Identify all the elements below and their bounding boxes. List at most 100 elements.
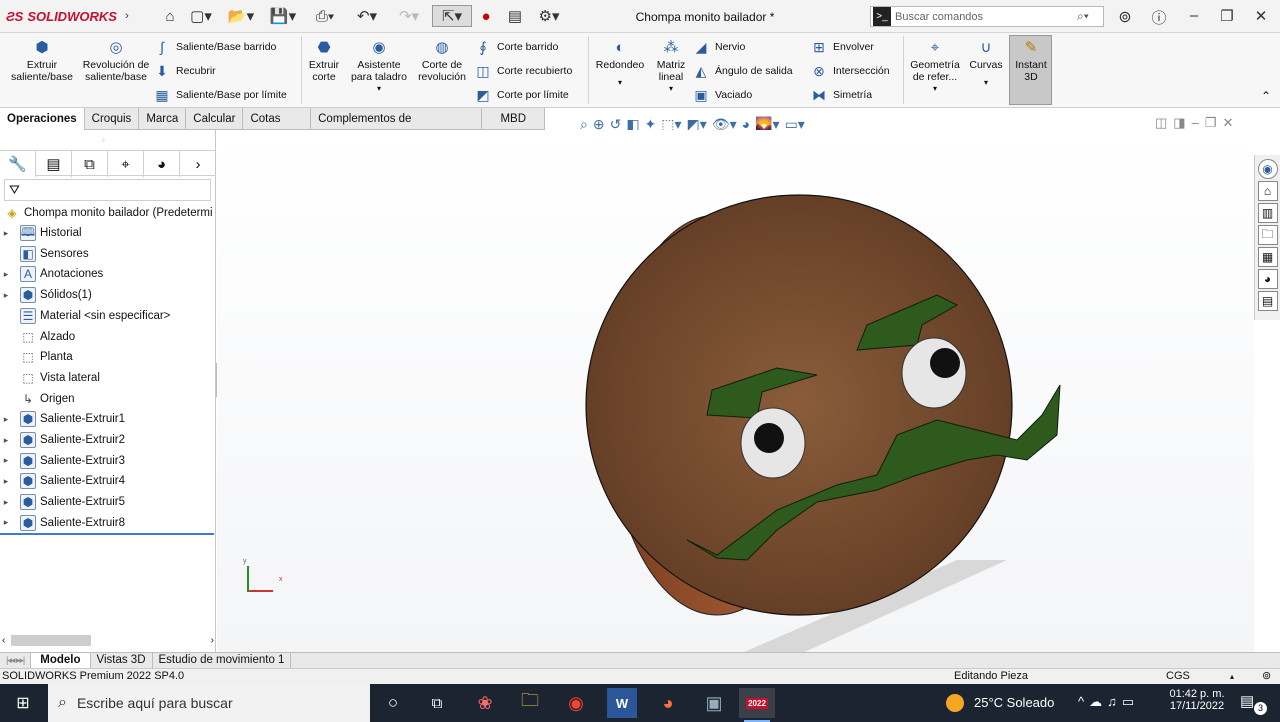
more-tabs-chevron-icon[interactable]: › [180, 151, 216, 177]
file-explorer-icon[interactable]: 🗀 [515, 688, 545, 718]
shell-button[interactable]: ▣ Vaciado [692, 86, 752, 104]
menu-expand-icon[interactable]: › [120, 5, 134, 27]
tree-item-plane[interactable]: ⬚ Planta [0, 347, 72, 367]
notifications-icon[interactable]: ▤ [1240, 692, 1254, 710]
new-document-icon[interactable]: ▢▾ [187, 5, 215, 27]
tree-item-extrude[interactable]: ▸ ⬢ Saliente-Extruir4 [0, 471, 125, 491]
boundary-cut-button[interactable]: ◩ Corte por límite [474, 86, 568, 104]
tab-scroll-icon[interactable]: |◂◂ ▸▸| [0, 653, 32, 668]
tree-item-plane[interactable]: ⬚ Vista lateral [0, 368, 100, 388]
tab-croquis[interactable]: Croquis [85, 108, 140, 130]
reference-geometry-button[interactable]: ⌖ Geometría de refer... ▾ [907, 39, 963, 95]
expand-arrow-icon[interactable]: ▸ [0, 476, 12, 487]
firefox-icon[interactable]: ◕ [653, 688, 683, 718]
system-tray-icons[interactable]: ^☁♫▭ [1078, 694, 1139, 710]
tab-modelo[interactable]: Modelo [31, 653, 91, 668]
unit-system-selector[interactable]: CGS [1166, 669, 1190, 684]
panel-grip-icon[interactable]: ◦ [102, 136, 105, 145]
rollback-bar[interactable] [0, 533, 214, 535]
search-icon[interactable]: ⌕▾ [1077, 9, 1103, 24]
expand-arrow-icon[interactable]: ▸ [0, 497, 12, 508]
unit-dropdown-icon[interactable]: ▴ [1230, 669, 1234, 684]
expand-arrow-icon[interactable]: ▸ [0, 414, 12, 425]
scroll-right-icon[interactable]: › [211, 635, 214, 646]
boundary-boss-button[interactable]: ▦ Saliente/Base por límite [153, 86, 287, 104]
chrome-icon[interactable]: ◉ [561, 688, 591, 718]
tree-item-origin[interactable]: ↳ Origen [0, 389, 75, 409]
tree-item-extrude[interactable]: ▸ ⬢ Saliente-Extruir3 [0, 451, 125, 471]
expand-arrow-icon[interactable]: ▸ [0, 455, 12, 466]
weather-sun-icon[interactable] [946, 694, 964, 712]
tree-item-extrude[interactable]: ▸ ⬢ Saliente-Extruir8 [0, 513, 125, 533]
scroll-left-icon[interactable]: ‹ [2, 635, 5, 646]
restore-window-icon[interactable]: ❐ [1216, 7, 1238, 27]
viewport-close-icon[interactable]: ✕ [1222, 115, 1233, 131]
tab-vistas-3d[interactable]: Vistas 3D [91, 653, 153, 668]
status-help-icon[interactable]: ⊚ [1262, 669, 1271, 684]
linear-pattern-button[interactable]: ⁂ Matriz lineal ▾ [652, 39, 690, 95]
close-window-icon[interactable]: ✕ [1250, 7, 1272, 27]
tree-filter-input[interactable]: ⛛ [4, 179, 211, 201]
draft-button[interactable]: ◭ Ángulo de salida [692, 62, 793, 80]
minimize-window-icon[interactable]: ‒ [1183, 7, 1205, 27]
expand-arrow-icon[interactable]: ▸ [0, 435, 12, 446]
file-explorer-icon[interactable]: 🗀 [1257, 225, 1278, 245]
rebuild-traffic-light-icon[interactable]: ● [478, 5, 494, 27]
save-icon[interactable]: 💾▾ [268, 5, 298, 27]
appearances-icon[interactable]: ◕ [1257, 269, 1278, 289]
rib-button[interactable]: ◢ Nervio [692, 38, 746, 56]
open-icon[interactable]: 📂▾ [226, 5, 256, 27]
tab-cotas-mbd[interactable]: Cotas MBD [243, 108, 312, 147]
swept-boss-button[interactable]: ∫ Saliente/Base barrido [153, 38, 276, 56]
swept-cut-button[interactable]: ∮ Corte barrido [474, 38, 558, 56]
viewport-minimize-icon[interactable]: ‒ [1192, 115, 1199, 131]
app-icon[interactable]: ❀ [470, 688, 500, 718]
instant3d-label-group[interactable]: ✎ Instant 3D [1011, 39, 1051, 83]
file-properties-icon[interactable]: ▤ [504, 5, 526, 27]
word-icon[interactable]: W [607, 688, 637, 718]
tree-item-annotations[interactable]: ▸ A Anotaciones [0, 264, 103, 284]
view-palette-icon[interactable]: ▦ [1257, 247, 1278, 267]
redo-icon[interactable]: ↷▾ [394, 5, 424, 27]
task-view-icon[interactable]: ⧉ [422, 688, 452, 718]
search-commands-input[interactable]: >_ Buscar comandos ⌕▾ [870, 6, 1104, 27]
dimxpert-tab-icon[interactable]: ⌖ [108, 151, 144, 177]
custom-properties-icon[interactable]: ▤ [1257, 291, 1278, 311]
home-icon[interactable]: ⌂ [1257, 181, 1278, 201]
extrude-cut-button[interactable]: ⬣ Extruir corte [305, 39, 343, 83]
displaymanager-tab-icon[interactable]: ◕ [144, 151, 180, 177]
print-icon[interactable]: ⎙▾ [310, 5, 340, 27]
account-icon[interactable]: ⊚ [1114, 7, 1136, 27]
mirror-button[interactable]: ⧓ Simetría [810, 86, 872, 104]
tree-root-part[interactable]: ◈ Chompa monito bailador (Predetermi [0, 203, 212, 223]
tab-complementos[interactable]: Complementos de SOLIDWORKS [311, 108, 483, 147]
expand-arrow-icon[interactable]: ▸ [0, 290, 12, 301]
tree-item-extrude[interactable]: ▸ ⬢ Saliente-Extruir2 [0, 430, 125, 450]
tree-item-history[interactable]: ▸ 🕮 Historial [0, 223, 82, 243]
tab-operaciones[interactable]: Operaciones [0, 108, 85, 130]
lofted-cut-button[interactable]: ◫ Corte recubierto [474, 62, 572, 80]
solidworks-resources-icon[interactable]: ◉ [1257, 159, 1278, 179]
tile-left-icon[interactable]: ◫ [1155, 115, 1167, 131]
panel-horizontal-scrollbar[interactable]: ‹ › [2, 632, 214, 648]
clock[interactable]: 01:42 p. m. 17/11/2022 [1168, 688, 1226, 712]
featuremanager-tab-icon[interactable]: 🔧 [0, 151, 36, 177]
solidworks-taskbar-icon[interactable]: 2022 [739, 688, 775, 718]
cortana-icon[interactable]: ○ [378, 688, 408, 718]
solidworks-logo[interactable]: ƧS SOLIDWORKS [6, 9, 117, 24]
loft-button[interactable]: ⬇ Recubrir [153, 62, 216, 80]
wrap-button[interactable]: ⊞ Envolver [810, 38, 874, 56]
tab-calcular[interactable]: Calcular [186, 108, 244, 130]
tree-item-extrude[interactable]: ▸ ⬢ Saliente-Extruir5 [0, 492, 125, 512]
design-library-icon[interactable]: ▥ [1257, 203, 1278, 223]
tab-estudio-movimiento[interactable]: Estudio de movimiento 1 [153, 653, 292, 668]
tab-mbd[interactable]: MBD [482, 108, 545, 130]
tree-item-extrude[interactable]: ▸ ⬢ Saliente-Extruir1 [0, 409, 125, 429]
propertymanager-tab-icon[interactable]: ▤ [36, 151, 72, 177]
tree-item-plane[interactable]: ⬚ Alzado [0, 327, 75, 347]
extrude-boss-button[interactable]: ⬢ Extruir saliente/base [6, 39, 78, 83]
tile-right-icon[interactable]: ◨ [1173, 115, 1185, 131]
windows-start-icon[interactable]: ⊞ [8, 688, 38, 718]
tree-item-material[interactable]: ☰ Material <sin especificar> [0, 306, 170, 326]
hole-wizard-button[interactable]: ◉ Asistente para taladro ▾ [347, 39, 411, 95]
